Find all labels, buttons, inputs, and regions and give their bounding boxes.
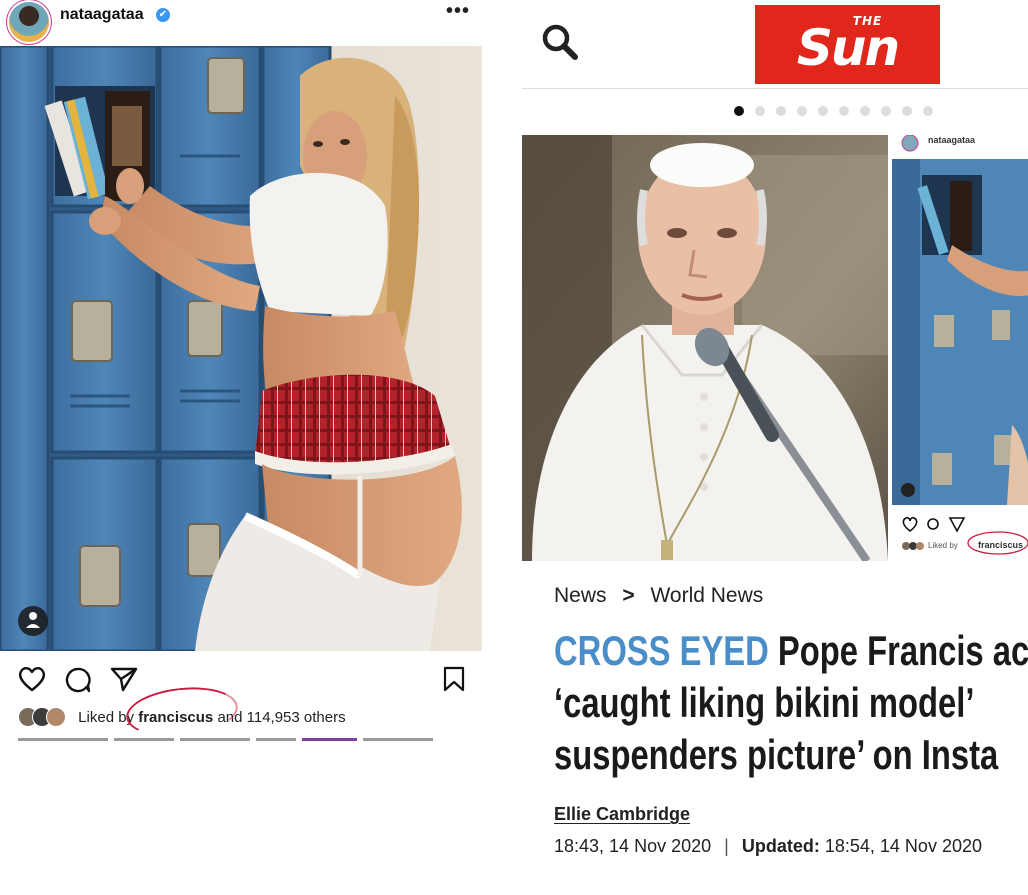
caption-cut-off	[18, 738, 468, 746]
bookmark-icon[interactable]	[443, 666, 465, 692]
breadcrumb: News > World News	[554, 584, 763, 608]
divider: |	[724, 836, 729, 856]
carousel-dot[interactable]	[860, 106, 870, 116]
carousel-dots[interactable]	[734, 103, 944, 116]
chevron-right-icon: >	[622, 584, 635, 607]
post-actions	[0, 662, 484, 698]
post-photo[interactable]	[0, 46, 482, 651]
instagram-post: nataagataa ✔ ••• Liked by franciscus and…	[0, 0, 484, 760]
share-icon[interactable]	[110, 666, 138, 692]
post-username[interactable]: nataagataa	[60, 6, 144, 24]
sun-article: THE Sun nataagataa Liked by franciscus N…	[522, 0, 1028, 895]
carousel-dot[interactable]	[923, 106, 933, 116]
carousel-dot[interactable]	[881, 106, 891, 116]
headline-line-1: Pope Francis ac	[768, 627, 1028, 674]
carousel-dot[interactable]	[902, 106, 912, 116]
updated-time: 18:54, 14 Nov 2020	[824, 836, 982, 856]
headline-line-3: suspenders picture’ on Insta	[554, 731, 999, 778]
inset-liked-by-user: franciscus	[978, 540, 1024, 550]
headline-kicker: CROSS EYED	[554, 627, 769, 674]
carousel-dot[interactable]	[797, 106, 807, 116]
avatar[interactable]	[9, 2, 49, 42]
person-tag-icon[interactable]	[18, 606, 48, 636]
published-time: 18:43, 14 Nov 2020	[554, 836, 712, 856]
heart-icon[interactable]	[18, 666, 46, 692]
carousel-dot[interactable]	[734, 106, 744, 116]
inset-likes-prefix: Liked by	[928, 541, 958, 550]
article-headline: CROSS EYED Pope Francis ac ‘caught likin…	[554, 625, 1028, 781]
instagram-screenshot-inset[interactable]: nataagataa Liked by franciscus	[892, 135, 1028, 561]
updated-label: Updated:	[741, 836, 820, 856]
post-header: nataagataa ✔ •••	[0, 0, 484, 46]
carousel-dot[interactable]	[755, 106, 765, 116]
comment-icon[interactable]	[64, 666, 92, 694]
site-header: THE Sun	[522, 0, 1028, 89]
liker-avatars	[18, 707, 70, 727]
verified-icon: ✔	[156, 8, 170, 22]
pope-photo[interactable]	[522, 135, 888, 561]
headline-line-2: ‘caught liking bikini model’	[554, 679, 975, 726]
more-options-icon[interactable]: •••	[446, 0, 470, 23]
carousel-dot[interactable]	[839, 106, 849, 116]
search-icon[interactable]	[540, 22, 580, 62]
author-link[interactable]: Ellie Cambridge	[554, 804, 690, 825]
breadcrumb-news[interactable]: News	[554, 584, 607, 607]
inset-username: nataagataa	[928, 135, 976, 145]
breadcrumb-world-news[interactable]: World News	[650, 584, 763, 607]
dateline: 18:43, 14 Nov 2020 | Updated: 18:54, 14 …	[554, 836, 982, 857]
carousel-dot[interactable]	[776, 106, 786, 116]
carousel-dot[interactable]	[818, 106, 828, 116]
the-sun-logo[interactable]: THE Sun	[755, 5, 940, 84]
